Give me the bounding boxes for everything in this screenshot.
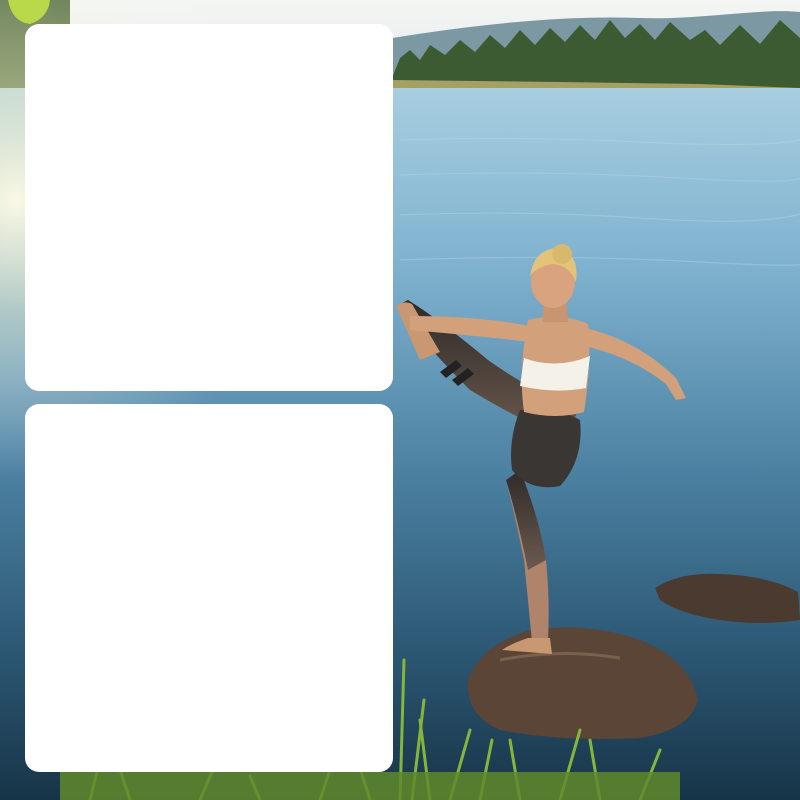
grass-bed bbox=[60, 772, 680, 800]
content-panel-top bbox=[25, 24, 393, 391]
content-panel-bottom bbox=[25, 404, 393, 772]
photo-canvas bbox=[0, 0, 800, 800]
